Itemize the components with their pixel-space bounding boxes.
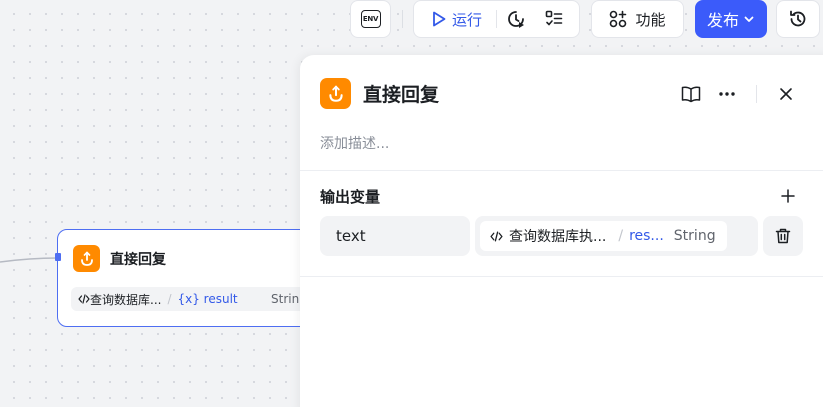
apps-icon — [610, 10, 627, 28]
docs-button[interactable] — [680, 83, 702, 105]
code-icon — [490, 231, 503, 241]
panel-actions — [680, 83, 797, 105]
panel-action-divider — [756, 85, 757, 103]
reply-glyph-icon — [328, 85, 343, 102]
reply-app-icon — [73, 245, 100, 272]
book-icon — [681, 86, 701, 103]
run-label: 运行 — [452, 10, 483, 29]
ref-variable-name: res... — [629, 228, 664, 244]
node-header: 直接回复 — [73, 245, 166, 272]
function-label: 功能 — [635, 10, 666, 29]
panel-divider — [300, 170, 823, 171]
reply-glyph-icon — [80, 251, 93, 266]
output-name-field[interactable]: text — [320, 216, 470, 256]
output-section-title: 输出变量 — [320, 188, 381, 206]
publish-button[interactable]: 发布 — [695, 0, 767, 38]
description-input[interactable]: 添加描述... — [320, 133, 389, 153]
add-output-button[interactable] — [778, 186, 798, 206]
node-ref-source: 查询数据库... — [90, 292, 162, 307]
node-ref-slash: / — [167, 292, 172, 306]
trace-button[interactable] — [497, 1, 535, 37]
run-toolbar-group: 运行 — [413, 0, 580, 38]
env-button[interactable]: ENV — [350, 0, 391, 38]
panel-header: 直接回复 — [320, 78, 439, 109]
reply-node-card[interactable]: 直接回复 查询数据库... / {x} result Strin — [57, 229, 317, 327]
more-button[interactable] — [716, 83, 738, 105]
reply-app-icon — [320, 78, 351, 109]
clock-play-icon — [508, 11, 525, 28]
variable-reference-chip[interactable]: 查询数据库执... / res... String — [480, 221, 727, 251]
node-ref-variable: {x} result — [177, 292, 238, 306]
panel-title[interactable]: 直接回复 — [363, 80, 439, 107]
checklist-icon — [545, 10, 563, 26]
ref-variable-type: String — [673, 228, 716, 244]
play-icon — [433, 11, 446, 27]
node-ref-type: Strin — [271, 292, 300, 306]
function-button[interactable]: 功能 — [591, 0, 684, 38]
node-input-port[interactable] — [55, 253, 61, 261]
delete-output-button[interactable] — [763, 216, 803, 256]
node-settings-panel: 直接回复 添加描述... 输出变量 text 查询数据库执... / res..… — [300, 55, 823, 407]
chevron-down-icon — [744, 16, 754, 22]
more-horizontal-icon — [719, 92, 735, 96]
env-icon: ENV — [360, 10, 381, 28]
toolbar-divider — [402, 10, 403, 28]
trash-icon — [775, 228, 791, 244]
history-button[interactable] — [776, 0, 820, 38]
connection-edge — [0, 257, 59, 263]
plus-icon — [781, 189, 795, 203]
node-title: 直接回复 — [110, 251, 166, 268]
publish-label: 发布 — [706, 11, 739, 30]
ref-source-node: 查询数据库执... — [509, 229, 607, 245]
ref-slash: / — [618, 228, 624, 244]
run-button[interactable]: 运行 — [414, 1, 496, 37]
history-icon — [790, 10, 806, 27]
checklist-button[interactable] — [535, 1, 573, 37]
code-icon — [78, 294, 90, 304]
close-button[interactable] — [775, 83, 797, 105]
panel-divider — [300, 276, 823, 277]
node-output-ref: 查询数据库... / {x} result Strin — [71, 287, 316, 311]
close-icon — [780, 88, 792, 100]
output-value-selector[interactable]: 查询数据库执... / res... String — [475, 216, 758, 256]
